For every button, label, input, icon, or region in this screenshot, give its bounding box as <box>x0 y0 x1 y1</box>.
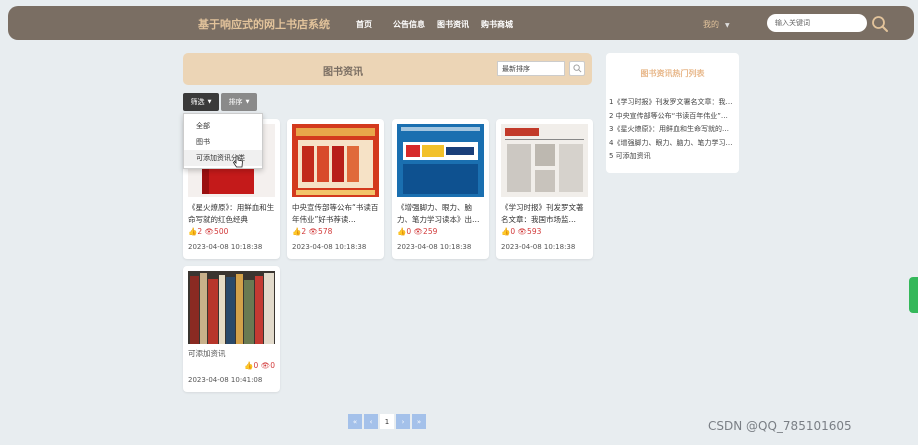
card-image[interactable] <box>292 124 379 197</box>
sort-button-label: 排序 <box>228 98 243 106</box>
view-count: 500 <box>214 227 229 236</box>
card-title[interactable]: 《增强脚力、眼力、脑力、笔力学习读本》出… <box>397 202 484 226</box>
hand-pointer-icon <box>232 155 243 168</box>
sort-select[interactable]: 最新排序 <box>497 61 565 76</box>
hot-news-item[interactable]: 5 可添加资讯 <box>609 151 737 165</box>
like-count: 0 <box>510 227 516 236</box>
view-count: 0 <box>270 361 275 370</box>
view-count: 259 <box>423 227 438 236</box>
eye-icon: 👁 <box>413 227 424 236</box>
eye-icon: 👁 <box>308 227 319 236</box>
sort-search-button[interactable] <box>569 61 585 76</box>
page-title: 图书资讯 <box>323 67 363 78</box>
page-prev-button[interactable]: ‹ <box>364 414 378 429</box>
filter-option-books[interactable]: 图书 <box>184 134 262 150</box>
card-date: 2023-04-08 10:41:08 <box>188 376 263 384</box>
page-first-button[interactable]: « <box>348 414 362 429</box>
page-last-button[interactable]: » <box>412 414 426 429</box>
hot-news-item[interactable]: 3《星火燎原》：用鲜血和生命写就的… <box>609 124 737 138</box>
card-title[interactable]: 《学习时报》刊发罗文著名文章：我国市场监… <box>501 202 588 226</box>
card-stats: 👍0 👁593 <box>501 227 541 236</box>
nav-announcements[interactable]: 公告信息 <box>393 19 425 30</box>
like-count: 0 <box>406 227 412 236</box>
news-header: 图书资讯 最新排序 <box>183 53 592 85</box>
chevron-down-icon: ▼ <box>245 99 250 105</box>
view-count: 578 <box>318 227 333 236</box>
thumb-up-icon[interactable]: 👍 <box>397 227 406 236</box>
hot-news-item[interactable]: 2 中央宣传部等公布“书读百年伟业”… <box>609 111 737 125</box>
card-date: 2023-04-08 10:18:38 <box>188 243 263 251</box>
pagination: « ‹ 1 › » <box>348 414 428 429</box>
hot-news-item[interactable]: 1《学习时报》刊发罗文署名文章：我… <box>609 97 737 111</box>
card-title[interactable]: 可添加资讯 <box>188 348 226 359</box>
thumb-up-icon[interactable]: 👍 <box>244 361 253 370</box>
card-date: 2023-04-08 10:18:38 <box>501 243 576 251</box>
card-image[interactable] <box>501 124 588 197</box>
like-count: 2 <box>197 227 203 236</box>
user-menu-label: 我的 <box>703 20 719 29</box>
filter-option-custom-category[interactable]: 可添加资讯分类 <box>184 150 262 166</box>
eye-icon: 👁 <box>204 227 215 236</box>
news-card[interactable]: 可添加资讯 👍0 👁0 2023-04-08 10:41:08 <box>183 266 280 392</box>
eye-icon: 👁 <box>260 361 271 370</box>
hot-news-item[interactable]: 4《增强脚力、眼力、脑力、笔力学习… <box>609 138 737 152</box>
filter-button-label: 筛选 <box>190 98 205 106</box>
chevron-down-icon: ▼ <box>207 99 212 105</box>
nav-book-mall[interactable]: 购书商城 <box>481 19 513 30</box>
card-stats: 👍0 👁259 <box>397 227 437 236</box>
news-card[interactable]: 中央宣传部等公布“书读百年伟业”好书荐读… 👍2 👁578 2023-04-08… <box>287 119 384 259</box>
chevron-down-icon: ▼ <box>725 22 730 29</box>
card-stats: 👍2 👁500 <box>188 227 228 236</box>
card-stats: 👍0 👁0 <box>244 361 275 370</box>
card-title[interactable]: 《星火燎原》：用鲜血和生命写就的红色经典 <box>188 202 275 226</box>
card-image[interactable] <box>397 124 484 197</box>
card-date: 2023-04-08 10:18:38 <box>397 243 472 251</box>
thumb-up-icon[interactable]: 👍 <box>292 227 301 236</box>
search-icon <box>572 64 581 73</box>
card-title[interactable]: 中央宣传部等公布“书读百年伟业”好书荐读… <box>292 202 379 226</box>
news-card[interactable]: 《增强脚力、眼力、脑力、笔力学习读本》出… 👍0 👁259 2023-04-08… <box>392 119 489 259</box>
hot-news-list: 1《学习时报》刊发罗文署名文章：我… 2 中央宣传部等公布“书读百年伟业”… 3… <box>609 97 737 165</box>
like-count: 0 <box>253 361 259 370</box>
eye-icon: 👁 <box>517 227 528 236</box>
side-float-tab[interactable] <box>909 277 918 313</box>
card-stats: 👍2 👁578 <box>292 227 332 236</box>
filter-option-all[interactable]: 全部 <box>184 118 262 134</box>
page-current[interactable]: 1 <box>380 414 394 429</box>
card-image[interactable] <box>188 271 275 344</box>
user-menu[interactable]: 我的 ▼ <box>703 19 730 30</box>
filter-button[interactable]: 筛选 ▼ <box>183 93 219 111</box>
like-count: 2 <box>301 227 307 236</box>
search-icon[interactable] <box>871 15 889 33</box>
hot-news-panel: 图书资讯热门列表 1《学习时报》刊发罗文署名文章：我… 2 中央宣传部等公布“书… <box>606 53 739 173</box>
card-date: 2023-04-08 10:18:38 <box>292 243 367 251</box>
news-card[interactable]: 《学习时报》刊发罗文著名文章：我国市场监… 👍0 👁593 2023-04-08… <box>496 119 593 259</box>
sort-button[interactable]: 排序 ▼ <box>221 93 257 111</box>
nav-home[interactable]: 首页 <box>356 19 372 30</box>
thumb-up-icon[interactable]: 👍 <box>501 227 510 236</box>
nav-book-news[interactable]: 图书资讯 <box>437 19 469 30</box>
view-count: 593 <box>527 227 542 236</box>
page-next-button[interactable]: › <box>396 414 410 429</box>
site-title[interactable]: 基于响应式的网上书店系统 <box>198 16 330 32</box>
hot-news-title: 图书资讯热门列表 <box>640 69 705 78</box>
filter-dropdown-menu: 全部 图书 可添加资讯分类 <box>183 113 263 169</box>
search-input[interactable] <box>767 14 867 32</box>
watermark: CSDN @QQ_785101605 <box>708 419 852 433</box>
thumb-up-icon[interactable]: 👍 <box>188 227 197 236</box>
